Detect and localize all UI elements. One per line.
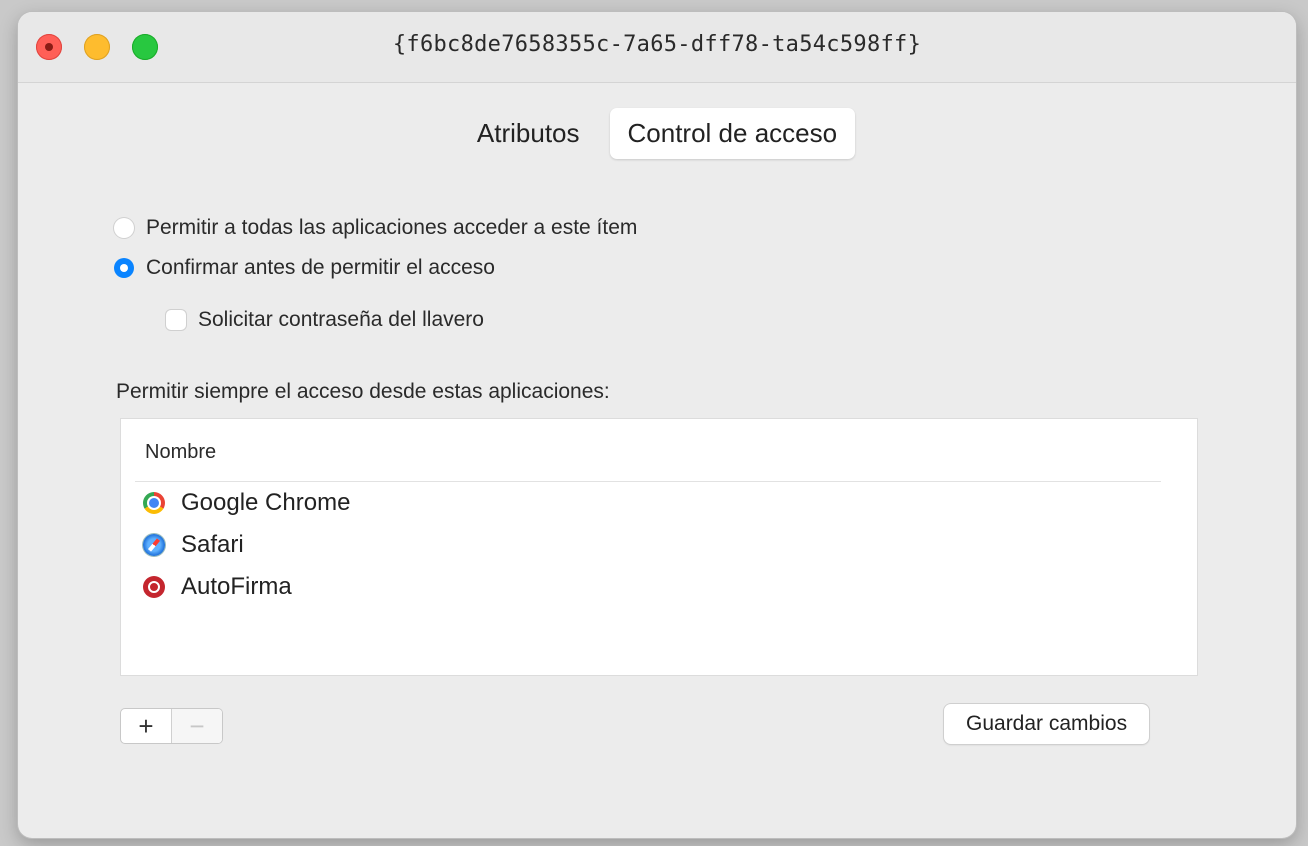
autofirma-icon <box>143 576 165 598</box>
allow-all-label: Permitir a todas las aplicaciones accede… <box>146 216 638 239</box>
list-item[interactable]: Google Chrome <box>143 489 350 517</box>
app-name: Google Chrome <box>181 489 351 516</box>
chrome-icon <box>143 492 165 514</box>
confirm-label: Confirmar antes de permitir el acceso <box>146 256 495 279</box>
list-item[interactable]: AutoFirma <box>143 573 292 601</box>
add-app-button[interactable]: + <box>121 709 171 743</box>
title-bar[interactable]: {f6bc8de7658355c-7a65-dff78-ta54c598ff} <box>18 12 1296 83</box>
tab-bar: Atributos Control de acceso <box>18 108 1296 159</box>
confirm-option[interactable]: Confirmar antes de permitir el acceso <box>114 256 495 280</box>
app-name: AutoFirma <box>181 573 292 600</box>
column-header-nombre[interactable]: Nombre <box>145 441 216 464</box>
allowed-apps-label: Permitir siempre el acceso desde estas a… <box>116 380 610 403</box>
header-divider <box>135 481 1161 482</box>
save-changes-button[interactable]: Guardar cambios <box>944 704 1150 744</box>
list-item[interactable]: Safari <box>143 531 244 559</box>
tab-control-de-acceso[interactable]: Control de acceso <box>609 108 856 159</box>
confirm-radio[interactable] <box>114 258 134 278</box>
tab-atributos[interactable]: Atributos <box>459 108 598 159</box>
allow-all-radio[interactable] <box>114 218 134 238</box>
window-title: {f6bc8de7658355c-7a65-dff78-ta54c598ff} <box>392 32 922 57</box>
remove-app-button[interactable]: − <box>171 709 222 743</box>
app-name: Safari <box>181 531 244 558</box>
keychain-password-label: Solicitar contraseña del llavero <box>198 308 484 331</box>
allowed-apps-list[interactable]: Nombre Google Chrome Safari AutoFirma <box>120 418 1198 676</box>
add-remove-segmented-control: + − <box>120 708 223 744</box>
keychain-password-option[interactable]: Solicitar contraseña del llavero <box>166 308 484 332</box>
safari-icon <box>143 534 165 556</box>
allow-all-option[interactable]: Permitir a todas las aplicaciones accede… <box>114 216 637 240</box>
keychain-item-window: {f6bc8de7658355c-7a65-dff78-ta54c598ff} … <box>18 12 1296 838</box>
keychain-password-checkbox[interactable] <box>166 310 186 330</box>
